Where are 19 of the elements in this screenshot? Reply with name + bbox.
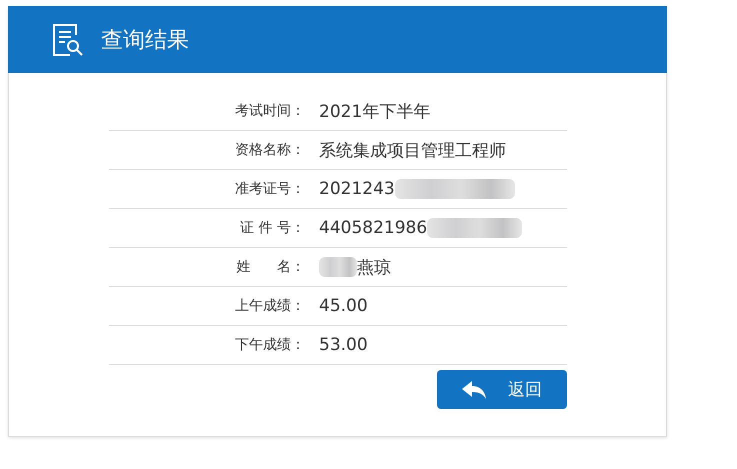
field-value: 45.00 bbox=[319, 296, 368, 316]
field-value: 53.00 bbox=[319, 335, 368, 355]
reply-arrow-icon bbox=[462, 380, 486, 398]
document-search-icon bbox=[52, 22, 84, 56]
field-value: 2021年下半年 bbox=[319, 100, 430, 122]
field-label: 考试时间： bbox=[234, 102, 305, 120]
field-value: 2021243 bbox=[319, 179, 395, 199]
field-value: 燕琼 bbox=[357, 256, 391, 278]
field-label: 准考证号： bbox=[234, 180, 305, 198]
field-label: 证 件 号： bbox=[239, 219, 305, 237]
page-title: 查询结果 bbox=[101, 26, 189, 54]
field-value: 4405821986 bbox=[319, 218, 428, 238]
field-label: 下午成绩： bbox=[234, 336, 305, 354]
field-label: 资格名称： bbox=[234, 141, 305, 159]
field-label: 上午成绩： bbox=[234, 297, 305, 315]
field-label: 姓 名： bbox=[235, 258, 305, 276]
back-button[interactable]: 返回 bbox=[437, 370, 567, 409]
field-value: 系统集成项目管理工程师 bbox=[319, 140, 506, 162]
redaction-blur bbox=[319, 257, 357, 277]
